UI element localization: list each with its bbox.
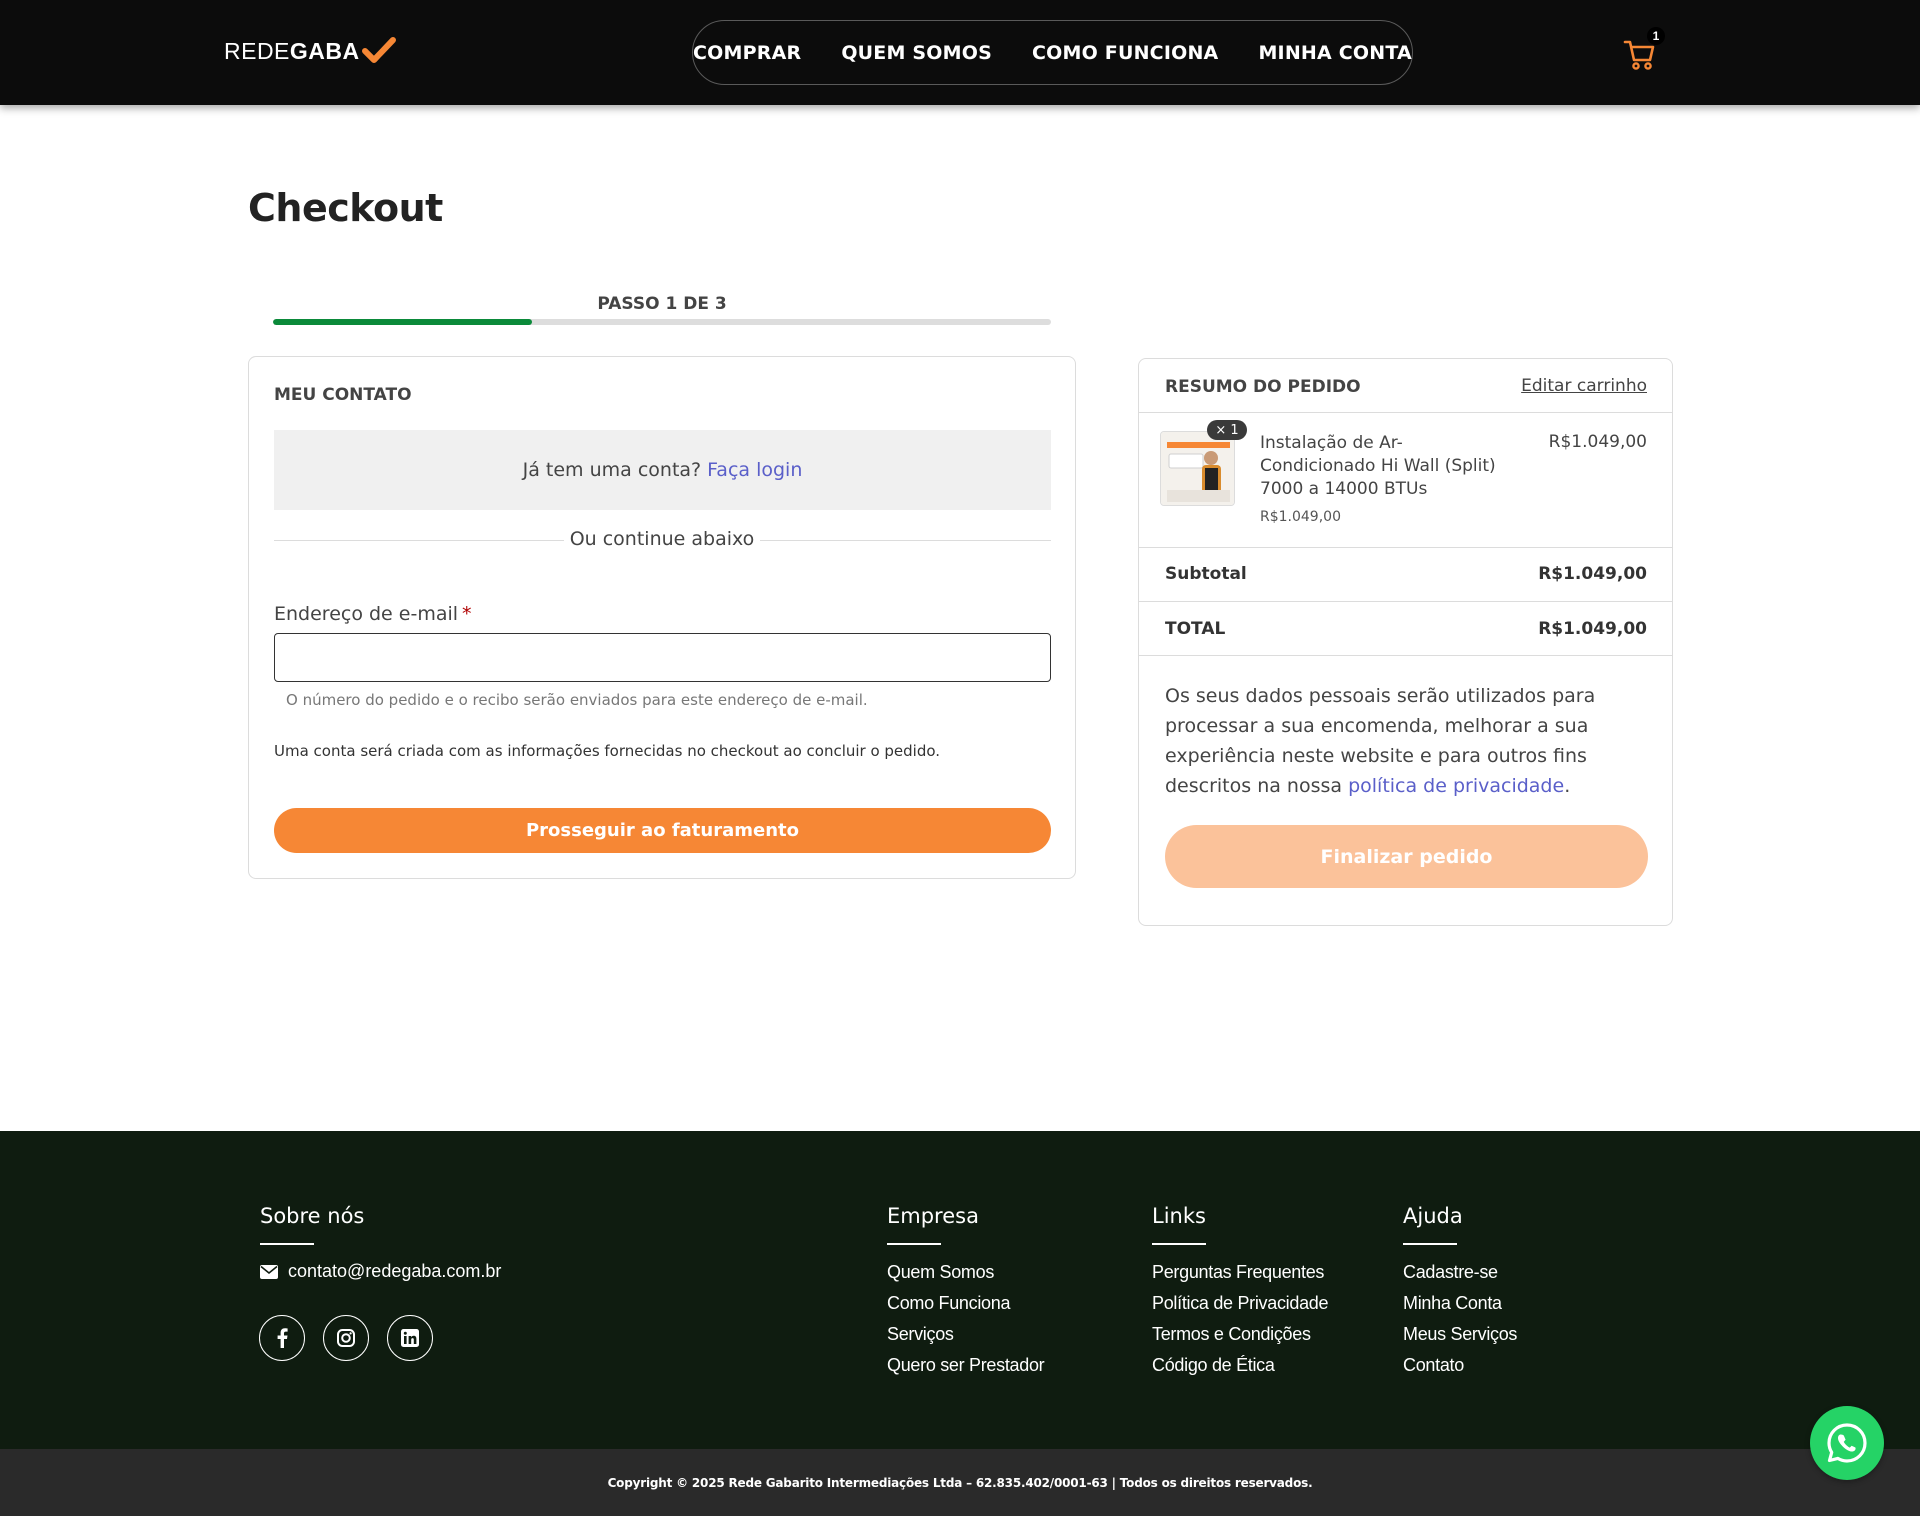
summary-divider (1139, 601, 1672, 602)
envelope-icon (260, 1264, 278, 1279)
copyright-bar: Copyright © 2025 Rede Gabarito Intermedi… (0, 1449, 1920, 1516)
footer-title-underline (260, 1243, 314, 1245)
footer-link[interactable]: Política de Privacidade (1152, 1288, 1329, 1319)
step-label: PASSO 1 DE 3 (597, 294, 727, 314)
login-question: Já tem uma conta? (522, 459, 702, 481)
linkedin-link[interactable] (387, 1315, 433, 1361)
email-help-text: O número do pedido e o recibo serão envi… (286, 691, 868, 709)
footer-col-title: Empresa (887, 1204, 979, 1228)
page-title: Checkout (248, 186, 443, 230)
facebook-link[interactable] (259, 1315, 305, 1361)
footer-links-ajuda: Cadastre-se Minha Conta Meus Serviços Co… (1403, 1257, 1517, 1381)
checkmark-icon (361, 37, 396, 63)
login-link[interactable]: Faça login (707, 459, 802, 481)
footer-title-underline (887, 1243, 941, 1245)
footer-col-title: Ajuda (1403, 1204, 1463, 1228)
step-progress-bar (273, 319, 1051, 325)
footer-link[interactable]: Quero ser Prestador (887, 1350, 1045, 1381)
linkedin-icon (401, 1329, 419, 1347)
footer-title-underline (1403, 1243, 1457, 1245)
subtotal-value: R$1.049,00 (1538, 564, 1647, 584)
whatsapp-icon (1827, 1423, 1867, 1463)
footer-about-title: Sobre nós (260, 1204, 365, 1228)
footer-link[interactable]: Como Funciona (887, 1288, 1044, 1319)
required-mark: * (462, 603, 472, 625)
footer-link[interactable]: Termos e Condições (1152, 1319, 1328, 1350)
divider-text: Ou continue abaixo (564, 528, 760, 550)
footer-link[interactable]: Cadastre-se (1403, 1257, 1517, 1288)
order-summary-title: RESUMO DO PEDIDO (1165, 377, 1361, 397)
product-unit-price: R$1.049,00 (1260, 509, 1341, 525)
nav-quem-somos[interactable]: QUEM SOMOS (841, 42, 992, 64)
total-label: TOTAL (1165, 619, 1226, 639)
summary-divider (1139, 547, 1672, 548)
account-creation-note: Uma conta será criada com as informações… (274, 742, 941, 760)
product-thumbnail (1160, 431, 1235, 506)
footer-link[interactable]: Perguntas Frequentes (1152, 1257, 1328, 1288)
proceed-to-billing-button[interactable]: Prosseguir ao faturamento (274, 808, 1051, 853)
footer-link[interactable]: Contato (1403, 1350, 1517, 1381)
login-prompt: Já tem uma conta? Faça login (274, 430, 1051, 510)
footer-link[interactable]: Serviços (887, 1319, 1044, 1350)
footer-links-empresa: Quem Somos Como Funciona Serviços Quero … (887, 1257, 1045, 1381)
email-field[interactable] (274, 633, 1051, 682)
product-price: R$1.049,00 (1548, 432, 1647, 452)
nav-comprar[interactable]: COMPRAR (693, 42, 801, 64)
edit-cart-link[interactable]: Editar carrinho (1521, 376, 1647, 396)
instagram-link[interactable] (323, 1315, 369, 1361)
logo-text-rede: REDE (224, 37, 290, 64)
step-progress-fill (273, 319, 533, 325)
footer-link[interactable]: Código de Ética (1152, 1350, 1328, 1381)
contact-section-title: MEU CONTATO (274, 385, 412, 405)
footer-col-title: Links (1152, 1204, 1206, 1228)
copyright-text: Copyright © 2025 Rede Gabarito Intermedi… (607, 1475, 1313, 1490)
email-label-text: Endereço de e-mail (274, 603, 459, 625)
summary-divider (1139, 655, 1672, 656)
nav-como-funciona[interactable]: COMO FUNCIONA (1032, 42, 1218, 64)
product-image (1161, 432, 1234, 505)
footer-link[interactable]: Quem Somos (887, 1257, 1044, 1288)
contact-card: MEU CONTATO Já tem uma conta? Faça login… (248, 356, 1076, 879)
quantity-badge: × 1 (1207, 420, 1247, 440)
summary-divider (1139, 412, 1672, 413)
footer-email-text: contato@redegaba.com.br (288, 1261, 502, 1281)
privacy-end: . (1564, 775, 1571, 797)
site-footer: Sobre nós contato@redegaba.com.br Empres… (0, 1131, 1920, 1449)
cart-count-badge: 1 (1647, 27, 1665, 45)
facebook-icon (277, 1328, 288, 1348)
footer-links-links: Perguntas Frequentes Política de Privaci… (1152, 1257, 1329, 1381)
privacy-notice: Os seus dados pessoais serão utilizados … (1165, 681, 1655, 801)
finish-order-button[interactable]: Finalizar pedido (1165, 825, 1648, 888)
email-label: Endereço de e-mail * (274, 603, 472, 625)
instagram-icon (337, 1329, 355, 1347)
site-logo[interactable]: REDE GABA (224, 33, 396, 69)
main-nav: COMPRAR QUEM SOMOS COMO FUNCIONA MINHA C… (692, 20, 1413, 85)
subtotal-label: Subtotal (1165, 564, 1247, 584)
footer-title-underline (1152, 1243, 1206, 1245)
product-name: Instalação de Ar-Condicionado Hi Wall (S… (1260, 433, 1496, 499)
logo-text-gaba: GABA (289, 37, 360, 64)
footer-link[interactable]: Meus Serviços (1403, 1319, 1517, 1350)
order-summary-card: RESUMO DO PEDIDO Editar carrinho × 1 Ins… (1138, 358, 1673, 926)
site-header: REDE GABA COMPRAR QUEM SOMOS COMO FUNCION… (0, 0, 1920, 105)
footer-link[interactable]: Minha Conta (1403, 1288, 1517, 1319)
footer-email[interactable]: contato@redegaba.com.br (260, 1261, 501, 1282)
nav-minha-conta[interactable]: MINHA CONTA (1258, 42, 1412, 64)
whatsapp-button[interactable] (1810, 1406, 1884, 1480)
total-value: R$1.049,00 (1538, 619, 1647, 639)
privacy-policy-link[interactable]: política de privacidade (1348, 775, 1564, 797)
